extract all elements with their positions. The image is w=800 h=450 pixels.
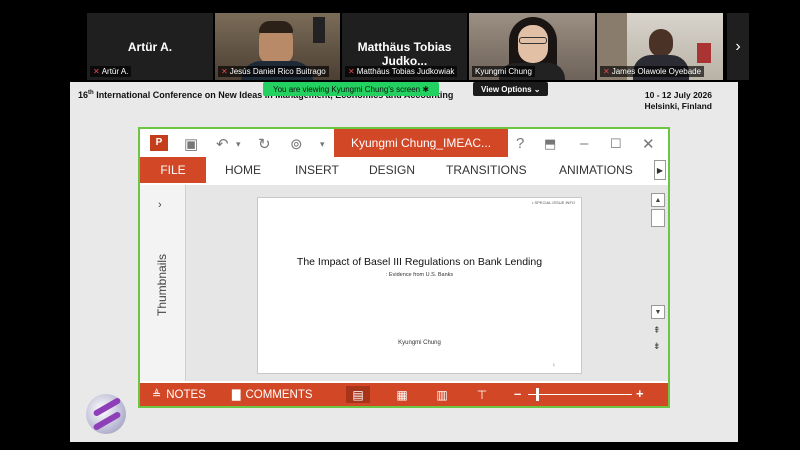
tab-design[interactable]: DESIGN	[369, 157, 415, 183]
scroll-down-icon[interactable]: ▼	[651, 305, 665, 319]
customize-toolbar-icon[interactable]: ▾	[320, 139, 325, 150]
normal-view-icon[interactable]: ▤	[346, 386, 370, 403]
screen-share-text: You are viewing Kyungmi Chung's screen ✱	[273, 84, 430, 94]
zoom-slider[interactable]: – +	[514, 383, 644, 406]
save-icon[interactable]: ▣	[184, 135, 198, 153]
zoom-knob[interactable]	[536, 388, 539, 401]
help-icon[interactable]: ?	[516, 135, 524, 152]
undo-dropdown-icon[interactable]: ▾	[236, 139, 241, 150]
muted-mic-icon: ✕	[93, 67, 100, 76]
participant-tile-matthaus[interactable]: Matthäus Tobias Judko... ✕ Matthäus Tobia…	[342, 13, 467, 80]
zoom-in-icon[interactable]: +	[636, 386, 644, 401]
maximize-icon[interactable]: ☐	[610, 136, 622, 152]
scroll-up-icon[interactable]: ▲	[651, 193, 665, 207]
current-slide[interactable]: • SPECIAL ISSUE INFO The Impact of Basel…	[257, 197, 582, 374]
comment-icon: ▇	[232, 389, 241, 401]
notes-button[interactable]: ≜ NOTES	[152, 383, 206, 406]
participant-tile-artur[interactable]: Artür A. ✕ Artür A.	[87, 13, 213, 80]
powerpoint-window: P ▣ ↶ ▾ ↻ ⊚ ▾ Kyungmi Chung_IMEAC... ? ⬒…	[138, 127, 670, 408]
slide-page-number: 1	[552, 362, 555, 367]
conference-logo-icon	[86, 394, 126, 434]
close-icon[interactable]: ✕	[642, 135, 655, 153]
reading-view-icon[interactable]: ▥	[430, 386, 454, 403]
participant-label: ✕ Matthäus Tobias Judkowiak	[345, 66, 458, 77]
powerpoint-logo-icon: P	[150, 135, 168, 151]
thumbnails-label: Thumbnails	[155, 253, 169, 317]
minimize-icon[interactable]: –	[580, 135, 588, 152]
participant-tile-jesus[interactable]: ✕ Jesús Daniel Rico Buitrago	[215, 13, 340, 80]
participant-label: ✕ James Olawole Oyebade	[600, 66, 705, 77]
screen-share-banner: You are viewing Kyungmi Chung's screen ✱…	[263, 82, 549, 96]
scroll-thumb[interactable]	[651, 209, 665, 227]
slide-corner-text: • SPECIAL ISSUE INFO	[531, 200, 575, 205]
thumbnails-pane[interactable]: › Thumbnails	[140, 185, 186, 381]
participant-label: ✕ Artür A.	[90, 66, 132, 77]
participant-label: ✕ Jesús Daniel Rico Buitrago	[218, 66, 329, 77]
tab-file[interactable]: FILE	[140, 157, 206, 183]
ribbon-tabs: FILE HOME INSERT DESIGN TRANSITIONS ANIM…	[140, 157, 668, 183]
slideshow-view-icon[interactable]: ⊤	[470, 386, 494, 403]
more-tabs-icon[interactable]: ▶	[654, 160, 666, 180]
zoom-out-icon[interactable]: –	[514, 386, 521, 401]
document-title: Kyungmi Chung_IMEAC...	[334, 129, 508, 157]
undo-icon[interactable]: ↶	[216, 135, 229, 153]
previous-slide-icon[interactable]: ⇞	[653, 325, 661, 336]
muted-mic-icon: ✕	[603, 67, 610, 76]
slide-sorter-icon[interactable]: ▦	[390, 386, 414, 403]
conference-date: 10 - 12 July 2026 Helsinki, Finland	[644, 90, 712, 111]
participant-tile-james[interactable]: ✕ James Olawole Oyebade	[597, 13, 723, 80]
next-page-chevron-icon[interactable]: ›	[727, 13, 749, 80]
expand-chevron-icon[interactable]: ›	[158, 199, 162, 211]
comments-button[interactable]: ▇ COMMENTS	[232, 383, 313, 406]
muted-mic-icon: ✕	[348, 67, 355, 76]
tab-home[interactable]: HOME	[225, 157, 261, 183]
slideshow-icon[interactable]: ⊚	[290, 135, 303, 153]
shared-screen: 16th International Conference on New Ide…	[70, 82, 738, 442]
view-options-button[interactable]: View Options ⌄	[473, 82, 549, 96]
status-bar: ≜ NOTES ▇ COMMENTS ▤ ▦ ▥ ⊤ – +	[140, 383, 668, 406]
slide-author: Kyungmi Chung	[398, 340, 441, 346]
participant-display-name: Matthäus Tobias Judko...	[357, 40, 452, 68]
tab-animations[interactable]: ANIMATIONS	[559, 157, 633, 183]
tab-insert[interactable]: INSERT	[295, 157, 339, 183]
next-slide-icon[interactable]: ⇟	[653, 341, 661, 352]
notes-icon: ≜	[152, 389, 162, 401]
muted-mic-icon: ✕	[221, 67, 228, 76]
participant-display-name: Artür A.	[127, 40, 173, 54]
ppt-title-bar: P ▣ ↶ ▾ ↻ ⊚ ▾ Kyungmi Chung_IMEAC... ? ⬒…	[140, 129, 668, 157]
slide-title: The Impact of Basel III Regulations on B…	[296, 256, 543, 268]
ribbon-display-icon[interactable]: ⬒	[544, 136, 556, 152]
participant-tile-kyungmi[interactable]: Kyungmi Chung	[469, 13, 595, 80]
vertical-scrollbar[interactable]: ▲ ▼ ⇞ ⇟	[648, 185, 668, 381]
participant-label: Kyungmi Chung	[472, 66, 535, 77]
tab-transitions[interactable]: TRANSITIONS	[446, 157, 527, 183]
slide-editor: › Thumbnails • SPECIAL ISSUE INFO The Im…	[140, 185, 668, 381]
slide-subtitle: : Evidence from U.S. Banks	[385, 272, 454, 278]
redo-icon[interactable]: ↻	[258, 135, 271, 153]
